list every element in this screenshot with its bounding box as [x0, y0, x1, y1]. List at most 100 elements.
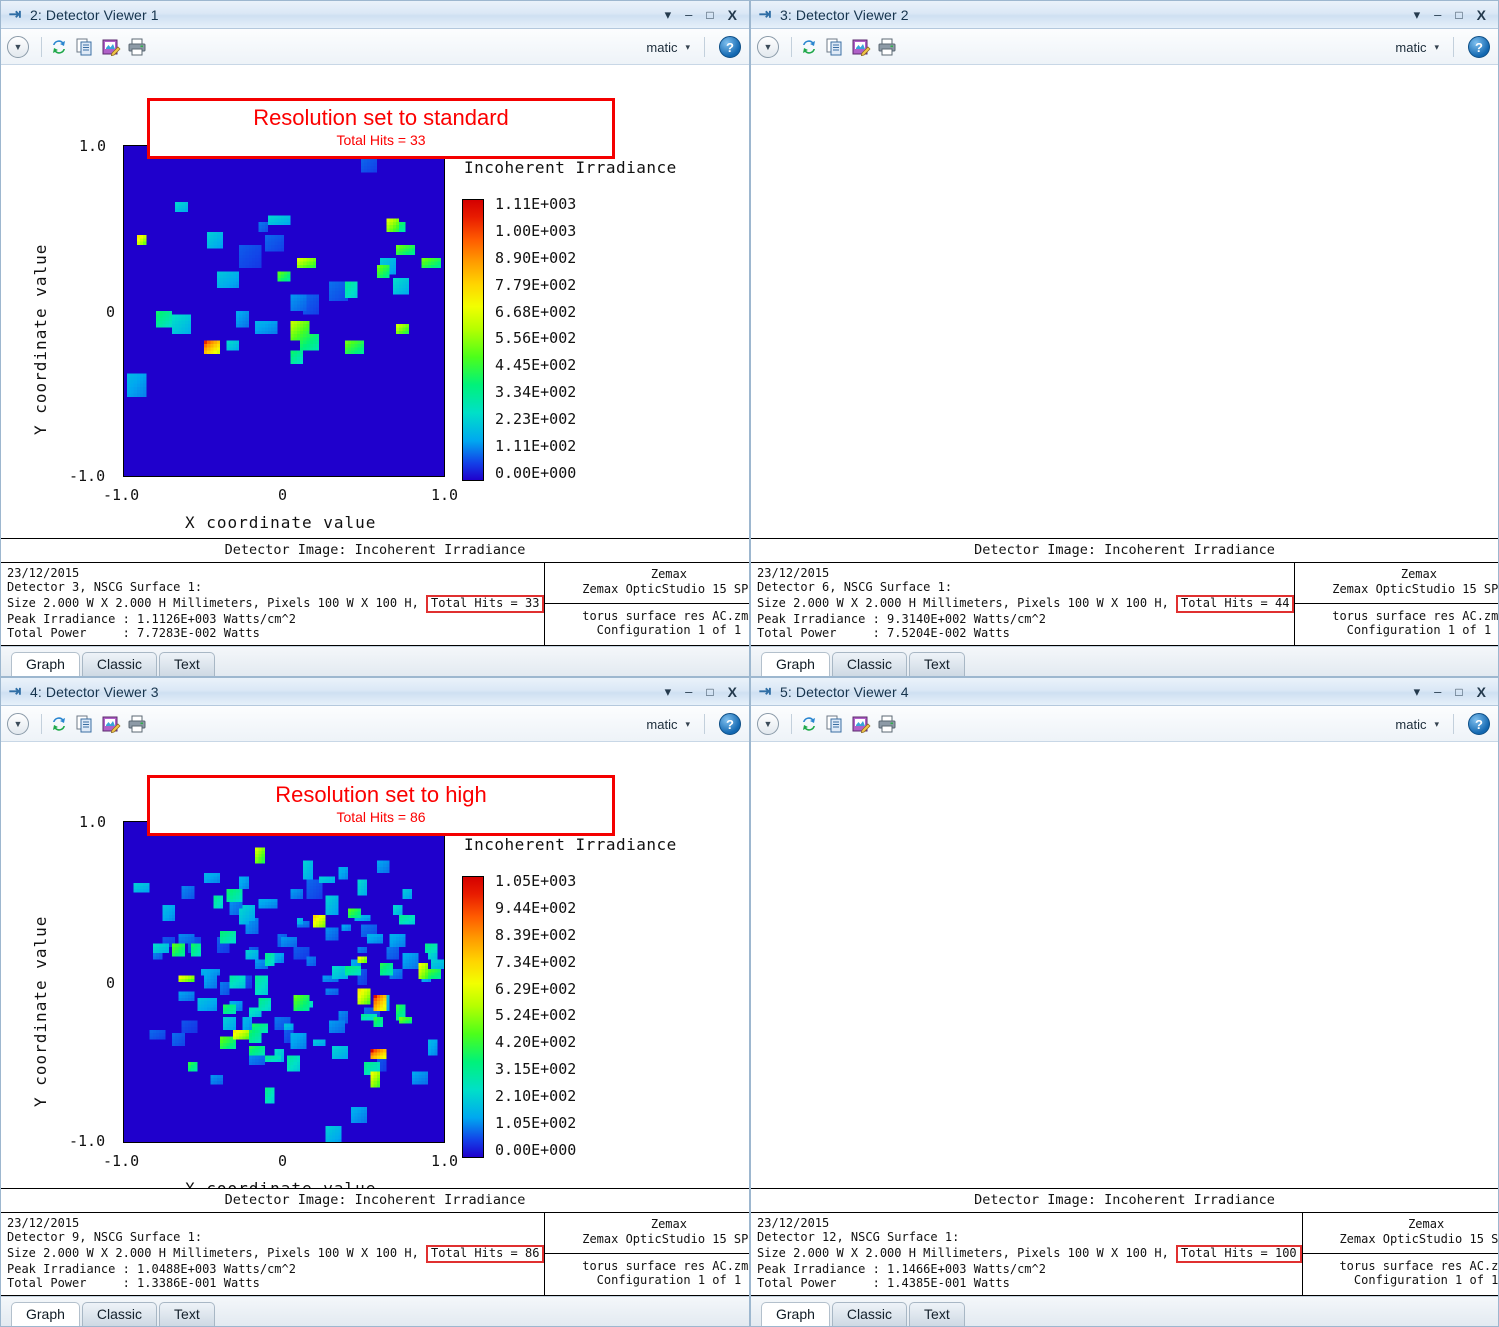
copy-icon[interactable] [824, 36, 846, 58]
info-size-line: Size 2.000 W X 2.000 H Millimeters, Pixe… [757, 1245, 1302, 1264]
plot-area-4: Y coordinate value 1.0 0 -1.0 -1.0 0 1.0… [751, 742, 1498, 1188]
save-image-icon[interactable] [100, 36, 122, 58]
tabstrip-3: Graph Classic Text [1, 1296, 749, 1326]
color-mode-label[interactable]: matic [1395, 717, 1426, 732]
titlebar-3[interactable]: ⇥ 4: Detector Viewer 3 ▾ – □ X [1, 678, 749, 706]
minimize-icon[interactable]: – [1434, 685, 1441, 698]
window-menu-icon[interactable]: ▾ [1414, 685, 1421, 698]
x-axis-label: X coordinate value [185, 1179, 376, 1188]
file-name: torus surface res AC.zmx [1332, 609, 1499, 624]
window-title: 5: Detector Viewer 4 [780, 683, 909, 700]
colorbar-tick-label: 2.23E+002 [495, 410, 577, 429]
chevron-down-icon[interactable]: ▾ [1434, 719, 1439, 730]
settings-chevron-icon[interactable]: ▼ [757, 712, 779, 735]
settings-chevron-icon[interactable]: ▼ [757, 35, 779, 58]
callout-line-1: Resolution set to standard [253, 105, 509, 130]
maximize-icon[interactable]: □ [1455, 686, 1462, 698]
y-axis-label: Y coordinate value [31, 915, 50, 1107]
detector-heatmap[interactable] [123, 821, 445, 1143]
save-image-icon[interactable] [850, 713, 872, 735]
colorbar-labels: 1.05E+003 9.44E+002 8.39E+002 7.34E+002 6.29… [495, 874, 576, 1158]
info-total-power: Total Power : 1.4385E-001 Watts [757, 1276, 1010, 1291]
copy-icon[interactable] [74, 36, 96, 58]
detector-heatmap[interactable] [123, 145, 445, 477]
window-menu-icon[interactable]: ▾ [1414, 8, 1421, 21]
toolbar-separator-2 [1453, 714, 1454, 734]
copy-icon[interactable] [824, 713, 846, 735]
close-icon[interactable]: X [1477, 685, 1486, 699]
tab-classic[interactable]: Classic [81, 652, 158, 676]
detector-viewer-grid: ⇥ 2: Detector Viewer 1 ▾ – □ X ▼ matic ▾… [0, 0, 1499, 1327]
info-peak-irradiance: Peak Irradiance : 1.1466E+003 Watts/cm^2 [757, 1262, 1046, 1277]
colorbar-tick-label: 1.05E+002 [495, 1114, 577, 1133]
tab-text[interactable]: Text [909, 1302, 965, 1326]
maximize-icon[interactable]: □ [706, 686, 713, 698]
color-mode-label[interactable]: matic [646, 40, 677, 55]
help-icon[interactable]: ? [1468, 36, 1490, 58]
refresh-icon[interactable] [798, 713, 820, 735]
color-mode-label[interactable]: matic [646, 717, 677, 732]
tab-classic[interactable]: Classic [831, 652, 908, 676]
y-tick-mid: 0 [106, 974, 116, 992]
y-tick-max: 1.0 [79, 137, 107, 155]
print-icon[interactable] [876, 36, 898, 58]
tab-graph[interactable]: Graph [11, 652, 80, 676]
color-mode-label[interactable]: matic [1395, 40, 1426, 55]
help-icon[interactable]: ? [719, 713, 741, 735]
window-detector-viewer-1: ⇥ 2: Detector Viewer 1 ▾ – □ X ▼ matic ▾… [0, 0, 750, 677]
print-icon[interactable] [876, 713, 898, 735]
tab-classic[interactable]: Classic [831, 1302, 908, 1326]
minimize-icon[interactable]: – [685, 8, 692, 21]
tab-text[interactable]: Text [909, 652, 965, 676]
help-icon[interactable]: ? [1468, 713, 1490, 735]
print-icon[interactable] [126, 36, 148, 58]
copy-icon[interactable] [74, 713, 96, 735]
refresh-icon[interactable] [48, 36, 70, 58]
tab-text[interactable]: Text [159, 652, 215, 676]
tab-graph[interactable]: Graph [761, 652, 830, 676]
close-icon[interactable]: X [728, 8, 737, 22]
colorbar-tick-label: 8.90E+002 [495, 248, 577, 267]
info-size: Size 2.000 W X 2.000 H Millimeters, Pixe… [757, 596, 1169, 611]
chevron-down-icon[interactable]: ▾ [685, 719, 690, 730]
tab-classic[interactable]: Classic [81, 1302, 158, 1326]
refresh-icon[interactable] [798, 36, 820, 58]
window-menu-icon[interactable]: ▾ [665, 685, 672, 698]
print-icon[interactable] [126, 713, 148, 735]
minimize-icon[interactable]: – [685, 685, 692, 698]
maximize-icon[interactable]: □ [706, 9, 713, 21]
colorbar-tick-label: 0.00E+000 [495, 1140, 577, 1159]
settings-chevron-icon[interactable]: ▼ [7, 712, 29, 735]
titlebar-4[interactable]: ⇥ 5: Detector Viewer 4 ▾ – □ X [751, 678, 1498, 706]
titlebar-1[interactable]: ⇥ 2: Detector Viewer 1 ▾ – □ X [1, 1, 749, 29]
titlebar-2[interactable]: ⇥ 3: Detector Viewer 2 ▾ – □ X [751, 1, 1498, 29]
tab-graph[interactable]: Graph [761, 1302, 830, 1326]
colorbar-tick-label: 1.05E+003 [495, 872, 577, 890]
maximize-icon[interactable]: □ [1455, 9, 1462, 21]
help-icon[interactable]: ? [719, 36, 741, 58]
tab-graph[interactable]: Graph [11, 1302, 80, 1326]
tab-text[interactable]: Text [159, 1302, 215, 1326]
close-icon[interactable]: X [728, 685, 737, 699]
close-icon[interactable]: X [1477, 8, 1486, 22]
colorbar-title: Incoherent Irradiance [464, 158, 677, 177]
chevron-down-icon[interactable]: ▾ [1434, 42, 1439, 53]
save-image-icon[interactable] [100, 713, 122, 735]
colorbar-tick-label: 2.10E+002 [495, 1087, 577, 1106]
save-image-icon[interactable] [850, 36, 872, 58]
configuration: Configuration 1 of 1 [596, 1273, 742, 1288]
toolbar-separator [791, 36, 792, 57]
refresh-icon[interactable] [48, 713, 70, 735]
settings-chevron-icon[interactable]: ▼ [7, 35, 29, 58]
info-peak-irradiance: Peak Irradiance : 9.3140E+002 Watts/cm^2 [757, 612, 1046, 627]
minimize-icon[interactable]: – [1434, 8, 1441, 21]
footer-info-right: Zemax Zemax OpticStudio 15 SP1 torus sur… [1302, 1213, 1498, 1295]
footer-title: Detector Image: Incoherent Irradiance [1, 538, 749, 562]
window-app-icon: ⇥ [758, 6, 772, 23]
info-size: Size 2.000 W X 2.000 H Millimeters, Pixe… [757, 1246, 1169, 1261]
window-menu-icon[interactable]: ▾ [665, 8, 672, 21]
footer-info-left: 23/12/2015 Detector 9, NSCG Surface 1: S… [1, 1213, 546, 1295]
chevron-down-icon[interactable]: ▾ [685, 42, 690, 53]
footer-info-right: Zemax Zemax OpticStudio 15 SP1 torus sur… [1295, 563, 1499, 645]
window-app-icon: ⇥ [758, 683, 772, 700]
